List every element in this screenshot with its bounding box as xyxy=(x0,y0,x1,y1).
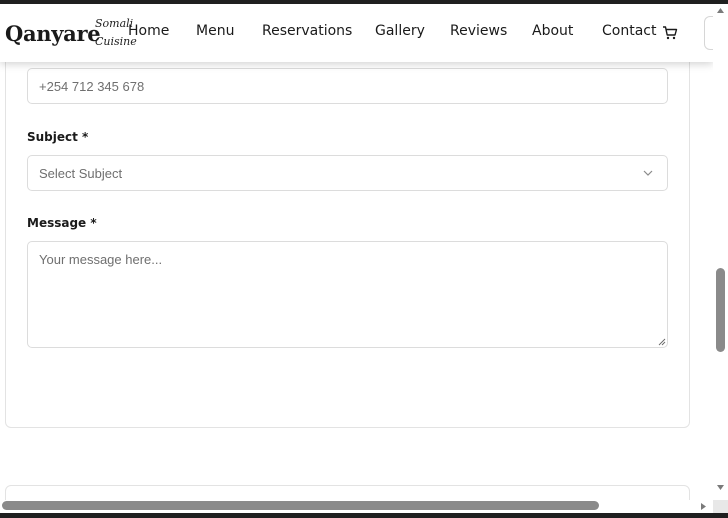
horizontal-scrollbar-thumb[interactable] xyxy=(2,501,599,510)
nav-home[interactable]: Home xyxy=(128,23,169,39)
header-action-button[interactable] xyxy=(704,16,713,50)
nav-reservations[interactable]: Reservations xyxy=(262,23,352,39)
subject-label: Subject * xyxy=(27,130,89,144)
next-section-card xyxy=(5,485,690,501)
phone-input[interactable]: +254 712 345 678 xyxy=(27,68,668,104)
chevron-down-icon xyxy=(643,170,653,176)
scroll-up-arrow-icon[interactable] xyxy=(716,7,725,14)
nav-about[interactable]: About xyxy=(532,23,573,39)
nav-contact[interactable]: Contact xyxy=(602,23,656,39)
nav-reviews[interactable]: Reviews xyxy=(450,23,507,39)
scrollbar-corner xyxy=(713,500,728,513)
scroll-right-arrow-icon[interactable] xyxy=(700,502,707,511)
vertical-scrollbar-thumb[interactable] xyxy=(716,268,725,352)
vertical-scrollbar[interactable] xyxy=(713,4,728,501)
cart-icon[interactable] xyxy=(662,25,678,41)
message-textarea[interactable]: Your message here... xyxy=(27,241,668,348)
message-label: Message * xyxy=(27,216,97,230)
scroll-down-arrow-icon[interactable] xyxy=(716,484,725,491)
phone-input-placeholder: +254 712 345 678 xyxy=(39,78,145,94)
nav-gallery[interactable]: Gallery xyxy=(375,23,425,39)
resize-grip-icon[interactable] xyxy=(658,338,666,346)
message-textarea-placeholder: Your message here... xyxy=(39,252,163,267)
nav-menu[interactable]: Menu xyxy=(196,23,234,39)
brand-logo[interactable]: Qanyare xyxy=(5,21,101,46)
site-header: Qanyare Somali Cuisine Home Menu Reserva… xyxy=(0,4,713,62)
page-viewport: +254 712 345 678 Subject * Select Subjec… xyxy=(0,4,713,501)
horizontal-scrollbar[interactable] xyxy=(0,500,713,513)
subject-select[interactable]: Select Subject xyxy=(27,155,668,191)
subject-select-value: Select Subject xyxy=(39,165,123,181)
